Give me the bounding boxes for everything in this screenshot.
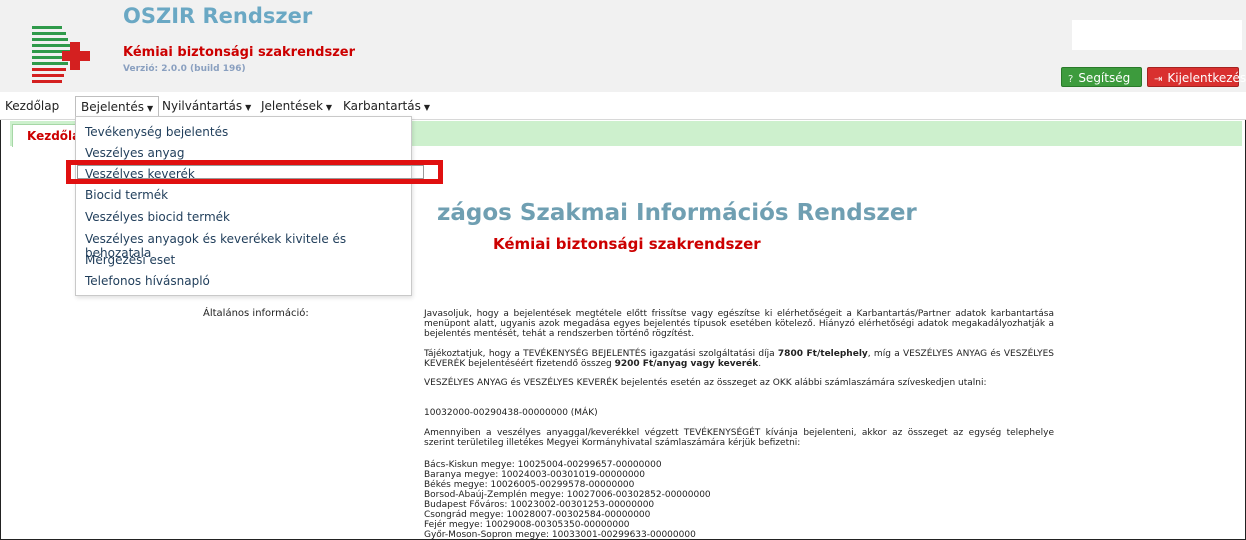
county-item: Csongrád megye: 10028007-00302584-000000… bbox=[424, 510, 651, 520]
county-item: Borsod-Abaúj-Zemplén megye: 10027006-003… bbox=[424, 490, 711, 500]
menu-item-veszelyes-biocid[interactable]: Veszélyes biocid termék bbox=[85, 210, 230, 224]
menu-item-telefonos-hivasnaplo[interactable]: Telefonos hívásnapló bbox=[85, 274, 210, 288]
county-item: Bács-Kiskun megye: 10025004-00299657-000… bbox=[424, 460, 662, 470]
app-title: OSZIR Rendszer bbox=[123, 4, 313, 28]
chevron-down-icon: ▼ bbox=[423, 103, 430, 112]
app-subtitle: Kémiai biztonsági szakrendszer bbox=[123, 45, 355, 60]
nav-bejelentes-label: Bejelentés bbox=[81, 100, 144, 114]
help-label: Segítség bbox=[1078, 71, 1131, 85]
info-paragraph-1: Javasoljuk, hogy a bejelentések megtétel… bbox=[424, 309, 1054, 339]
user-info-area bbox=[1072, 20, 1242, 50]
logout-button[interactable]: ⇥ Kijelentkezés bbox=[1147, 67, 1246, 87]
fee-anyag: 9200 Ft/anyag vagy keverék bbox=[614, 359, 759, 369]
app-version: Verzió: 2.0.0 (build 196) bbox=[123, 64, 246, 74]
okk-account: 10032000-00290438-00000000 (MÁK) bbox=[424, 408, 598, 418]
county-item: Fejér megye: 10029008-00305350-00000000 bbox=[424, 520, 630, 530]
nav-home[interactable]: Kezdőlap bbox=[5, 99, 59, 113]
chevron-down-icon: ▼ bbox=[245, 103, 252, 112]
chevron-down-icon: ▼ bbox=[147, 104, 154, 113]
info-paragraph-2: Tájékoztatjuk, hogy a TEVÉKENYSÉG BEJELE… bbox=[424, 349, 1054, 369]
county-item: Győr-Moson-Sopron megye: 10033001-002996… bbox=[424, 530, 696, 540]
page-subtitle: Kémiai biztonsági szakrendszer bbox=[493, 235, 761, 253]
page-title: zágos Szakmai Információs Rendszer bbox=[437, 200, 917, 226]
county-item: Baranya megye: 10024003-00301019-0000000… bbox=[424, 470, 646, 480]
nav-nyilvantartas[interactable]: Nyilvántartás ▼ bbox=[162, 99, 251, 113]
highlight-annotation bbox=[66, 160, 443, 184]
menu-item-tevekenyseg[interactable]: Tevékenység bejelentés bbox=[85, 125, 228, 139]
nav-karbantartas-label: Karbantartás bbox=[343, 99, 421, 113]
info-paragraph-4: Amennyiben a veszélyes anyaggal/keverékk… bbox=[424, 428, 1054, 448]
logo-icon bbox=[32, 26, 90, 83]
logout-icon: ⇥ bbox=[1154, 74, 1163, 85]
header: OSZIR Rendszer Kémiai biztonsági szakren… bbox=[0, 0, 1246, 92]
bejelentes-dropdown: Tevékenység bejelentés Veszélyes anyag V… bbox=[75, 116, 412, 296]
nav-karbantartas[interactable]: Karbantartás ▼ bbox=[343, 99, 430, 113]
nav-jelentesek-label: Jelentések bbox=[261, 99, 323, 113]
nav-bejelentes[interactable]: Bejelentés ▼ bbox=[75, 96, 160, 117]
county-item: Budapest Főváros: 10023002-00301253-0000… bbox=[424, 500, 655, 510]
nav-nyilvantartas-label: Nyilvántartás bbox=[162, 99, 243, 113]
county-item: Békés megye: 10026005-00299578-00000000 bbox=[424, 480, 635, 490]
fee-telephely: 7800 Ft/telephely bbox=[777, 349, 868, 359]
fee-text-1: Tájékoztatjuk, hogy a TEVÉKENYSÉG BEJELE… bbox=[424, 349, 778, 359]
tab-kezdolap[interactable]: Kezdőlap bbox=[12, 124, 89, 147]
nav-jelentesek[interactable]: Jelentések ▼ bbox=[261, 99, 332, 113]
info-label: Általános információ: bbox=[203, 308, 309, 319]
chevron-down-icon: ▼ bbox=[325, 103, 333, 112]
help-icon: ? bbox=[1068, 74, 1074, 85]
menu-item-mergezesi-eset[interactable]: Mérgezési eset bbox=[85, 253, 175, 267]
menu-item-veszelyes-anyag[interactable]: Veszélyes anyag bbox=[85, 146, 185, 160]
info-paragraph-3: VESZÉLYES ANYAG és VESZÉLYES KEVERÉK bej… bbox=[424, 378, 987, 388]
county-accounts: Bács-Kiskun megye: 10025004-00299657-000… bbox=[424, 460, 1054, 540]
fee-text-3: . bbox=[758, 359, 762, 369]
help-button[interactable]: ? Segítség bbox=[1061, 67, 1142, 87]
logout-label: Kijelentkezés bbox=[1167, 71, 1246, 85]
menu-item-biocid-termek[interactable]: Biocid termék bbox=[85, 188, 168, 202]
